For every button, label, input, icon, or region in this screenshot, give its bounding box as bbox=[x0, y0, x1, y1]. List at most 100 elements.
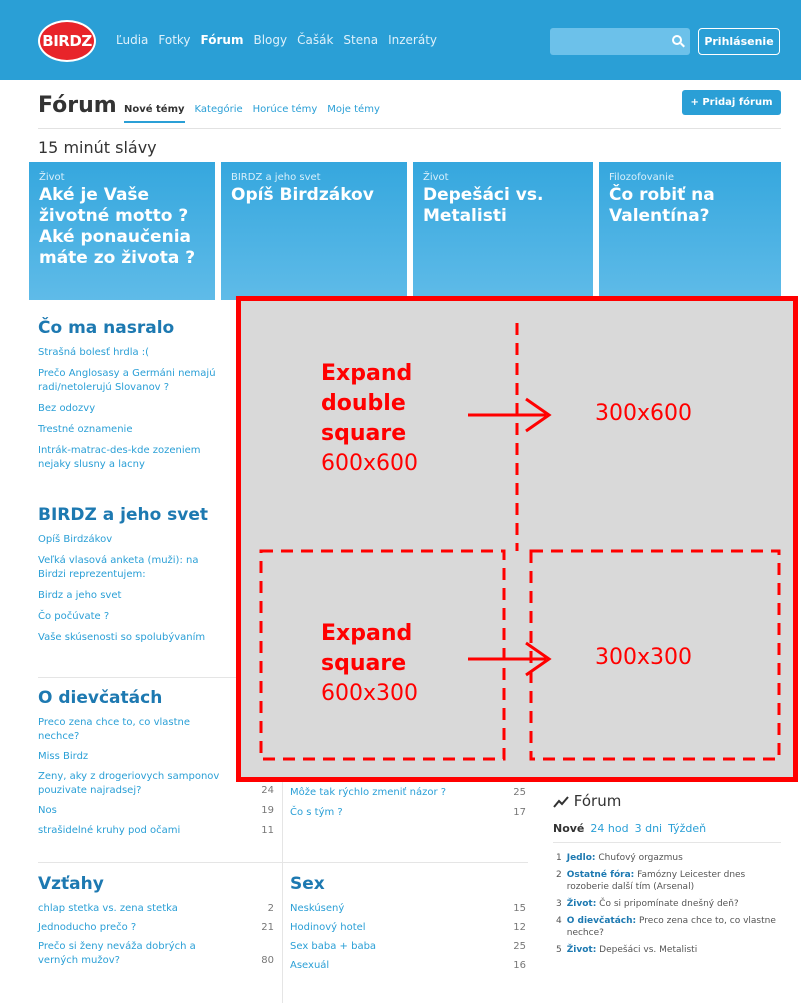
section-vztahy: Vzťahy chlap stetka vs. zena stetka 2 Je… bbox=[38, 874, 274, 968]
expand-double-label: Expand double square 600x600 bbox=[321, 361, 419, 476]
featured-tile[interactable]: Filozofovanie Čo robiť na Valentína? bbox=[599, 162, 781, 300]
main-nav: Ľudia Fotky Fórum Blogy Čašák Stena Inze… bbox=[116, 33, 437, 47]
expand-square-target: 300x300 bbox=[595, 645, 693, 670]
divider bbox=[38, 862, 528, 863]
topic-link[interactable]: Hodinový hotel bbox=[290, 921, 366, 935]
nav-fotky[interactable]: Fotky bbox=[158, 33, 190, 47]
tile-title[interactable]: Depešáci vs. Metalisti bbox=[423, 185, 583, 227]
topic-count: 21 bbox=[261, 922, 274, 933]
topic-link[interactable]: Zeny, aky z drogeriovych samponov pouziv… bbox=[38, 770, 228, 798]
tile-category: Život bbox=[39, 172, 65, 183]
topic-link[interactable]: Asexuál bbox=[290, 959, 329, 973]
section-heading-15min: 15 minút slávy bbox=[38, 138, 157, 157]
topic-link[interactable]: Birdz a jeho svet bbox=[38, 589, 228, 603]
login-button[interactable]: Prihlásenie bbox=[698, 28, 780, 55]
list-item[interactable]: 5 Život: Depešáci vs. Metalisti bbox=[556, 944, 776, 956]
topic-link[interactable]: Miss Birdz bbox=[38, 750, 88, 764]
expand-square-label: Expand square 600x300 bbox=[321, 621, 419, 706]
nav-casak[interactable]: Čašák bbox=[297, 33, 333, 47]
topic-count: 25 bbox=[513, 941, 526, 952]
topic-link[interactable]: Jednoducho prečo ? bbox=[38, 921, 136, 935]
featured-tile[interactable]: BIRDZ a jeho svet Opíš Birdzákov bbox=[221, 162, 407, 300]
topic-link[interactable]: Intrák-matrac-des-kde zozeniem nejaky sl… bbox=[38, 444, 228, 472]
top-navbar: BIRDZ Ľudia Fotky Fórum Blogy Čašák Sten… bbox=[0, 0, 801, 80]
tab-kategorie[interactable]: Kategórie bbox=[195, 104, 243, 123]
divider bbox=[38, 128, 781, 129]
expand-double-target: 300x600 bbox=[595, 401, 693, 426]
tab-3-dni[interactable]: 3 dni bbox=[635, 822, 663, 835]
birdz-logo[interactable]: BIRDZ bbox=[38, 20, 96, 62]
tile-title[interactable]: Opíš Birdzákov bbox=[231, 185, 397, 206]
topic-link[interactable]: Prečo Anglosasy a Germáni nemajú radi/ne… bbox=[38, 367, 228, 395]
featured-tile[interactable]: Život Depešáci vs. Metalisti bbox=[413, 162, 593, 300]
topic-link[interactable]: Prečo si ženy neváža dobrých a verných m… bbox=[38, 940, 218, 968]
forum-tabs: Nové témy Kategórie Horúce témy Moje tém… bbox=[124, 104, 380, 123]
topic-link[interactable]: chlap stetka vs. zena stetka bbox=[38, 902, 178, 916]
topic-link[interactable]: Čo s tým ? bbox=[290, 806, 343, 820]
topic-link[interactable]: Vaše skúsenosti so spolubývaním bbox=[38, 631, 228, 645]
topic-row[interactable]: Neskúsený 15 bbox=[290, 902, 526, 916]
topic-row[interactable]: chlap stetka vs. zena stetka 2 bbox=[38, 902, 274, 916]
tab-horuce-temy[interactable]: Horúce témy bbox=[253, 104, 318, 123]
topic-row[interactable]: Asexuál 16 bbox=[290, 959, 526, 973]
topic-link[interactable]: Nos bbox=[38, 804, 57, 818]
trend-icon bbox=[553, 795, 569, 808]
search-input[interactable] bbox=[550, 28, 690, 55]
topic-count: 19 bbox=[261, 805, 274, 816]
tile-title[interactable]: Čo robiť na Valentína? bbox=[609, 185, 771, 227]
list-item[interactable]: 3 Život: Čo si pripomínate dnešný deň? bbox=[556, 898, 776, 910]
nav-stena[interactable]: Stena bbox=[343, 33, 378, 47]
widget-title-text: Fórum bbox=[573, 792, 622, 810]
topic-count: 16 bbox=[513, 960, 526, 971]
topic-row[interactable]: Prečo si ženy neváža dobrých a verných m… bbox=[38, 940, 274, 968]
nav-forum[interactable]: Fórum bbox=[201, 33, 244, 47]
topic-row[interactable]: Sex baba + baba 25 bbox=[290, 940, 526, 954]
featured-tile[interactable]: Život Aké je Vaše životné motto ? Aké po… bbox=[29, 162, 215, 300]
tab-nove[interactable]: Nové bbox=[553, 822, 584, 835]
ad-expand-annotation: Expand double square 600x600 300x600 Exp… bbox=[236, 296, 798, 782]
tile-category: Filozofovanie bbox=[609, 172, 675, 183]
section-o-dievcatach-more: Môže tak rýchlo zmeniť názor ? 25 Čo s t… bbox=[290, 786, 526, 820]
topic-link[interactable]: Strašná bolesť hrdla :( bbox=[38, 346, 228, 360]
topic-count: 80 bbox=[261, 955, 274, 966]
topic-row[interactable]: strašidelné kruhy pod očami 11 bbox=[38, 824, 274, 838]
tab-24-hod[interactable]: 24 hod bbox=[590, 822, 628, 835]
topic-link[interactable]: Sex baba + baba bbox=[290, 940, 376, 954]
column-divider bbox=[282, 780, 283, 1003]
topic-count: 25 bbox=[513, 787, 526, 798]
section-co-ma-nasralo: Čo ma nasralo Strašná bolesť hrdla :( Pr… bbox=[38, 318, 228, 479]
search-icon[interactable] bbox=[672, 35, 682, 45]
topic-row[interactable]: Hodinový hotel 12 bbox=[290, 921, 526, 935]
nav-ludia[interactable]: Ľudia bbox=[116, 33, 148, 47]
topic-count: 12 bbox=[513, 922, 526, 933]
tab-nove-temy[interactable]: Nové témy bbox=[124, 104, 185, 123]
section-birdz: BIRDZ a jeho svet Opíš Birdzákov Veľká v… bbox=[38, 505, 228, 652]
topic-link[interactable]: Veľká vlasová anketa (muži): na Birdzi r… bbox=[38, 554, 228, 582]
topic-link[interactable]: Bez odozvy bbox=[38, 402, 228, 416]
topic-row[interactable]: Jednoducho prečo ? 21 bbox=[38, 921, 274, 935]
add-forum-button[interactable]: + Pridaj fórum bbox=[682, 90, 781, 115]
tab-moje-temy[interactable]: Moje témy bbox=[327, 104, 380, 123]
topic-link[interactable]: Môže tak rýchlo zmeniť názor ? bbox=[290, 786, 446, 800]
topic-link[interactable]: Trestné oznamenie bbox=[38, 423, 228, 437]
topic-link[interactable]: Čo počúvate ? bbox=[38, 610, 228, 624]
list-item[interactable]: 2 Ostatné fóra: Famózny Leicester dnes ro… bbox=[556, 869, 776, 893]
topic-row[interactable]: Môže tak rýchlo zmeniť názor ? 25 bbox=[290, 786, 526, 800]
topic-link[interactable]: strašidelné kruhy pod očami bbox=[38, 824, 180, 838]
tile-category: BIRDZ a jeho svet bbox=[231, 172, 321, 183]
list-item[interactable]: 1 Jedlo: Chuťový orgazmus bbox=[556, 852, 776, 864]
nav-blogy[interactable]: Blogy bbox=[253, 33, 287, 47]
topic-count: 24 bbox=[261, 785, 274, 796]
topic-row[interactable]: Nos 19 bbox=[38, 804, 274, 818]
topic-link[interactable]: Preco zena chce to, co vlastne nechce? bbox=[38, 716, 208, 744]
section-sex: Sex Neskúsený 15 Hodinový hotel 12 Sex b… bbox=[290, 874, 526, 973]
tile-category: Život bbox=[423, 172, 449, 183]
section-title: Vzťahy bbox=[38, 874, 104, 894]
tab-tyzden[interactable]: Týždeň bbox=[668, 822, 706, 835]
nav-inzeraty[interactable]: Inzeráty bbox=[388, 33, 437, 47]
topic-link[interactable]: Opíš Birdzákov bbox=[38, 533, 228, 547]
topic-row[interactable]: Čo s tým ? 17 bbox=[290, 806, 526, 820]
list-item[interactable]: 4O dievčatách: Preco zena chce to, co vl… bbox=[556, 915, 776, 939]
topic-link[interactable]: Neskúsený bbox=[290, 902, 344, 916]
tile-title[interactable]: Aké je Vaše životné motto ? Aké ponaučen… bbox=[39, 185, 205, 269]
